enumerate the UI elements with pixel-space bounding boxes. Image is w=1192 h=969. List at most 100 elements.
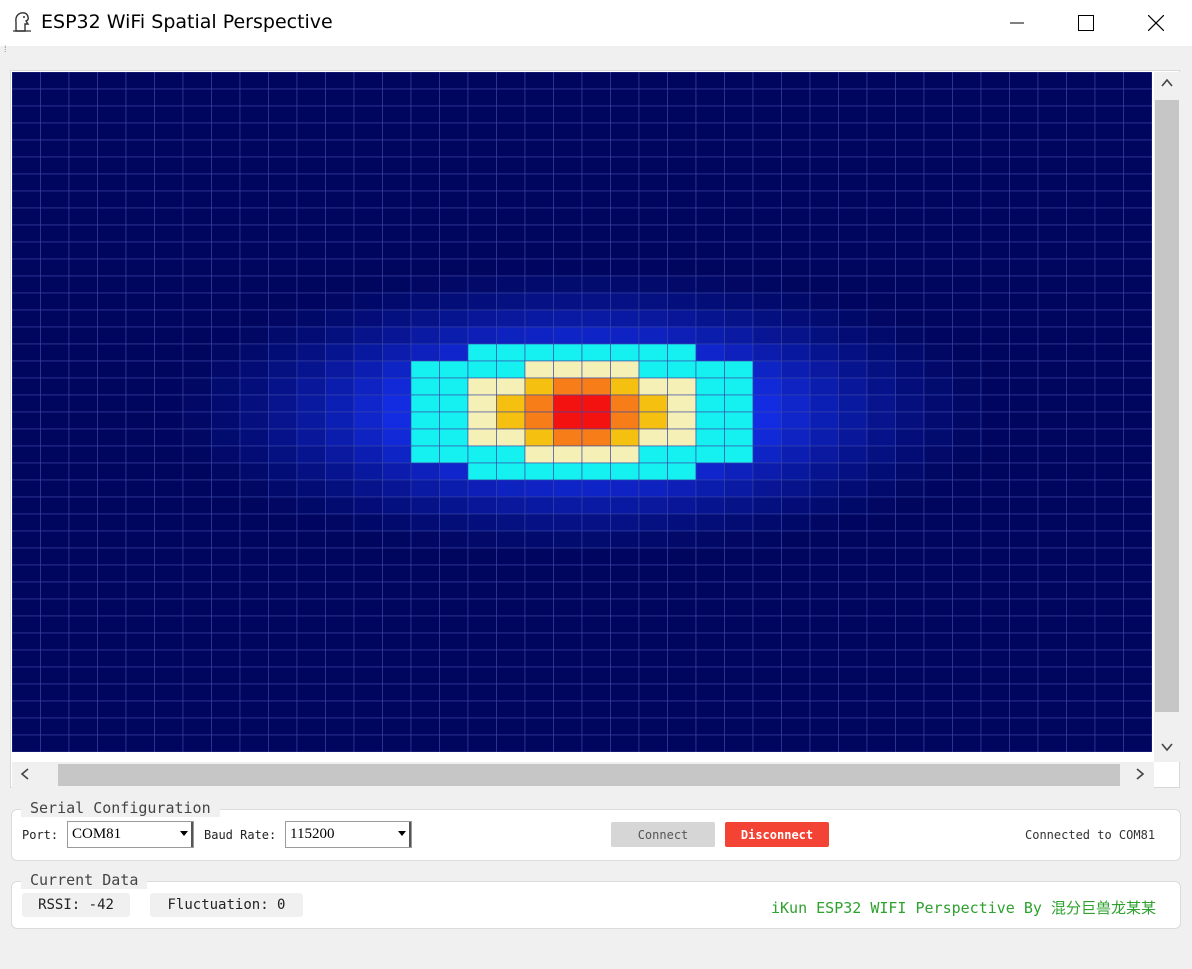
horizontal-scroll-thumb[interactable] xyxy=(58,764,1120,786)
heatmap-cell xyxy=(1094,683,1124,702)
heatmap-cell xyxy=(752,445,782,464)
heatmap-cell xyxy=(1037,88,1067,107)
heatmap-cell xyxy=(866,666,896,685)
heatmap-cell xyxy=(866,717,896,736)
heatmap-cell xyxy=(1094,496,1124,515)
heatmap-cell xyxy=(1094,564,1124,583)
heatmap-cell xyxy=(296,411,326,430)
heatmap-cell xyxy=(40,224,70,243)
heatmap-cell xyxy=(410,139,440,158)
heatmap-cell xyxy=(610,632,640,651)
heatmap-cell xyxy=(353,649,383,668)
heatmap-cell xyxy=(382,309,412,328)
heatmap-cell xyxy=(667,207,697,226)
heatmap-cell xyxy=(439,564,469,583)
heatmap-cell xyxy=(97,445,127,464)
heatmap-cell xyxy=(553,734,583,752)
heatmap-cell xyxy=(239,632,269,651)
heatmap-cell xyxy=(154,360,184,379)
toolbar-grip-icon[interactable]: ⁞ xyxy=(4,45,7,54)
heatmap-cell xyxy=(866,292,896,311)
scroll-down-icon[interactable] xyxy=(1160,740,1174,758)
heatmap-cell xyxy=(97,309,127,328)
heatmap-cell xyxy=(154,411,184,430)
heatmap-cell xyxy=(838,292,868,311)
heatmap-cell xyxy=(724,139,754,158)
heatmap-cell xyxy=(952,326,982,345)
heatmap-cell xyxy=(382,445,412,464)
scroll-right-icon[interactable] xyxy=(1133,767,1147,785)
port-select[interactable]: COM81 xyxy=(67,821,194,848)
heatmap-cell xyxy=(1009,513,1039,532)
vertical-scroll-thumb[interactable] xyxy=(1155,100,1179,712)
heatmap-cell xyxy=(467,428,497,447)
heatmap-cell xyxy=(980,649,1010,668)
heatmap-cell xyxy=(610,326,640,345)
heatmap-cell xyxy=(1037,326,1067,345)
heatmap-cell xyxy=(268,734,298,752)
heatmap-cell xyxy=(809,72,839,90)
heatmap-cell xyxy=(1094,139,1124,158)
disconnect-button[interactable]: Disconnect xyxy=(725,822,829,847)
heatmap-cell xyxy=(296,479,326,498)
heatmap-cell xyxy=(752,666,782,685)
heatmap-cell xyxy=(695,241,725,260)
port-select-value: COM81 xyxy=(72,826,122,842)
heatmap-cell xyxy=(553,156,583,175)
heatmap-cell xyxy=(610,581,640,600)
heatmap-cell xyxy=(353,666,383,685)
heatmap-cell xyxy=(838,513,868,532)
heatmap-cell xyxy=(923,462,953,481)
heatmap-cell xyxy=(952,360,982,379)
heatmap-cell xyxy=(211,72,241,90)
heatmap-cell xyxy=(268,207,298,226)
heatmap-cell xyxy=(439,207,469,226)
heatmap-cell xyxy=(923,224,953,243)
heatmap-cell xyxy=(923,139,953,158)
heatmap-canvas[interactable] xyxy=(12,72,1152,752)
heatmap-cell xyxy=(40,156,70,175)
scroll-up-icon[interactable] xyxy=(1160,76,1174,94)
heatmap-cell xyxy=(553,683,583,702)
minimize-button[interactable] xyxy=(982,0,1052,46)
heatmap-cell xyxy=(866,224,896,243)
heatmap-cell xyxy=(211,309,241,328)
heatmap-cell xyxy=(410,649,440,668)
heatmap-cell xyxy=(1037,462,1067,481)
heatmap-cell xyxy=(752,700,782,719)
heatmap-cell xyxy=(1037,411,1067,430)
connect-button[interactable]: Connect xyxy=(611,822,715,847)
heatmap-cell xyxy=(496,649,526,668)
heatmap-cell xyxy=(439,343,469,362)
heatmap-cell xyxy=(752,326,782,345)
heatmap-cell xyxy=(1123,581,1152,600)
heatmap-cell xyxy=(781,224,811,243)
heatmap-cell xyxy=(1037,564,1067,583)
heatmap-cell xyxy=(781,598,811,617)
heatmap-cell xyxy=(296,547,326,566)
scroll-left-icon[interactable] xyxy=(18,767,32,785)
baud-rate-select[interactable]: 115200 xyxy=(285,821,412,848)
heatmap-cell xyxy=(553,377,583,396)
heatmap-cell xyxy=(296,139,326,158)
heatmap-cell xyxy=(923,717,953,736)
heatmap-cell xyxy=(610,360,640,379)
heatmap-cell xyxy=(1094,326,1124,345)
heatmap-cell xyxy=(239,190,269,209)
heatmap-cell xyxy=(524,292,554,311)
heatmap-cell xyxy=(211,445,241,464)
heatmap-cell xyxy=(553,564,583,583)
heatmap-cell xyxy=(980,139,1010,158)
heatmap-cell xyxy=(667,72,697,90)
heatmap-cell xyxy=(1066,717,1096,736)
maximize-button[interactable] xyxy=(1051,0,1121,46)
heatmap-cell xyxy=(182,88,212,107)
close-button[interactable] xyxy=(1121,0,1191,46)
heatmap-cell xyxy=(439,649,469,668)
heatmap-cell xyxy=(1037,479,1067,498)
heatmap-cell xyxy=(838,394,868,413)
heatmap-cell xyxy=(1037,292,1067,311)
heatmap-cell xyxy=(182,190,212,209)
heatmap-cell xyxy=(40,105,70,124)
window-title: ESP32 WiFi Spatial Perspective xyxy=(41,11,333,33)
